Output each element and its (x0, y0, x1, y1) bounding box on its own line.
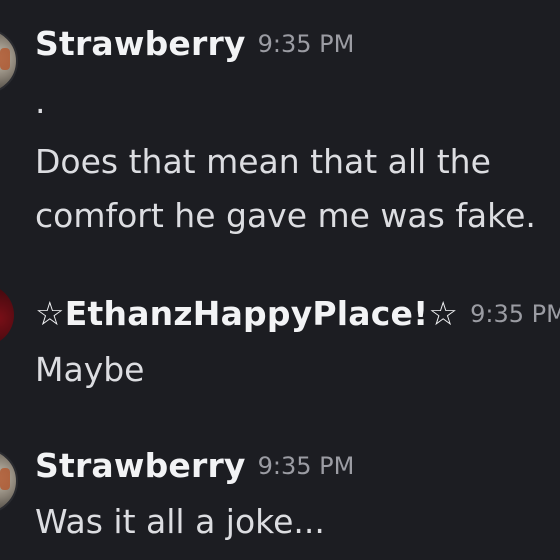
timestamp: 9:35 PM (257, 452, 355, 480)
timestamp: 9:35 PM (257, 30, 355, 58)
message-text: Maybe (35, 350, 145, 389)
message-header: Strawberry 9:35 PM (35, 24, 354, 63)
avatar[interactable] (0, 448, 18, 514)
message-text: comfort he gave me was fake. (35, 196, 536, 235)
message-header: Strawberry 9:35 PM (35, 446, 354, 485)
message-header: ☆EthanzHappyPlace!☆ 9:35 PM (35, 294, 560, 333)
username[interactable]: Strawberry (35, 446, 246, 485)
chat-message-list: Strawberry 9:35 PM . Does that mean that … (0, 0, 560, 560)
message-text: Does that mean that all the (35, 142, 491, 181)
username[interactable]: Strawberry (35, 24, 246, 63)
avatar[interactable] (0, 28, 18, 94)
username[interactable]: ☆EthanzHappyPlace!☆ (35, 294, 458, 333)
message-text: . (35, 82, 46, 121)
timestamp: 9:35 PM (470, 300, 560, 328)
message-text: Was it all a joke... (35, 502, 325, 541)
avatar[interactable] (0, 284, 14, 346)
